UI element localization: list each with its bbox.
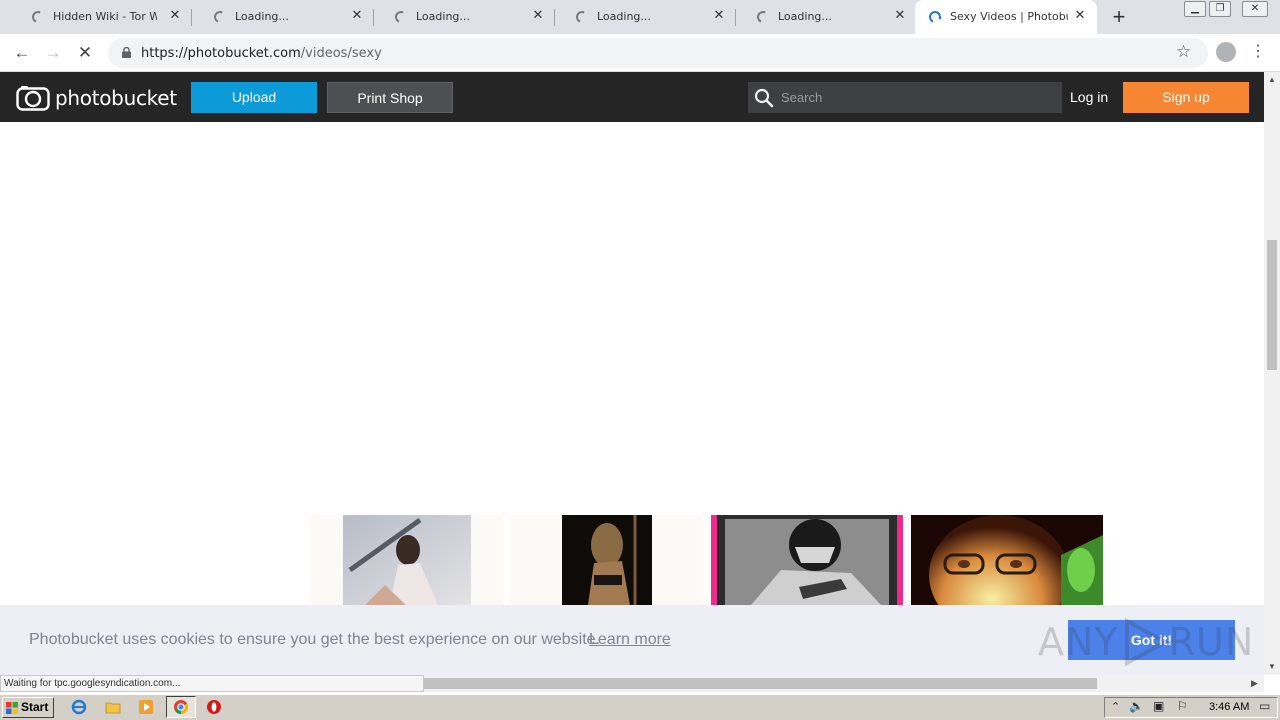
profile-avatar-icon[interactable] xyxy=(1216,42,1236,62)
video-thumbnail[interactable] xyxy=(510,515,703,605)
search-box xyxy=(748,82,1062,113)
tab-spinner-icon xyxy=(393,9,409,25)
volume-icon[interactable]: 🔈 xyxy=(1129,699,1144,713)
thumbnail-image xyxy=(911,515,1103,605)
tab-close-icon[interactable]: ✕ xyxy=(531,9,545,23)
page-content xyxy=(0,122,1264,605)
bookmark-star-icon[interactable]: ☆ xyxy=(1176,42,1191,62)
network-icon[interactable]: ▣ xyxy=(1153,699,1164,713)
search-input[interactable] xyxy=(781,82,1051,113)
tab-loading-4[interactable]: Loading... ✕ xyxy=(735,0,917,34)
restore-icon: ❐ xyxy=(1215,3,1225,14)
video-thumbnail[interactable] xyxy=(711,515,903,605)
clock: 3:46 AM xyxy=(1209,701,1250,713)
tab-sexy-videos[interactable]: Sexy Videos | Photobucket ✕ xyxy=(915,0,1097,34)
browser-menu-icon[interactable]: ⋮ xyxy=(1250,40,1266,64)
tab-title: Loading... xyxy=(416,10,470,23)
flag-icon[interactable]: ⚐ xyxy=(1177,699,1188,713)
opera-icon[interactable] xyxy=(206,699,222,715)
thumbnail-image xyxy=(343,515,471,605)
plus-icon: + xyxy=(1112,4,1126,29)
folder-icon[interactable] xyxy=(105,699,121,715)
internet-explorer-icon[interactable] xyxy=(71,699,87,715)
tab-close-icon[interactable]: ✕ xyxy=(712,9,726,23)
tab-title: Loading... xyxy=(235,10,289,23)
minimize-button[interactable]: ▁ xyxy=(1184,1,1206,17)
url-host: https://photobucket.com xyxy=(141,46,301,61)
tab-close-icon[interactable]: ✕ xyxy=(893,9,907,23)
tab-close-icon[interactable]: ✕ xyxy=(1073,9,1087,23)
tab-spinner-icon xyxy=(574,9,590,25)
cookie-message: Photobucket uses cookies to ensure you g… xyxy=(29,631,601,648)
signup-button[interactable]: Sign up xyxy=(1123,82,1249,113)
close-icon: ✕ xyxy=(77,43,93,62)
tab-spinner-icon xyxy=(212,9,228,25)
media-player-icon[interactable] xyxy=(138,699,154,715)
chrome-icon xyxy=(174,700,189,715)
tab-title: Loading... xyxy=(778,10,832,23)
upload-button[interactable]: Upload xyxy=(191,82,317,113)
scroll-right-icon[interactable]: ▶ xyxy=(1251,678,1258,689)
got-it-button[interactable]: Got it! xyxy=(1068,620,1235,660)
new-tab-button[interactable]: + xyxy=(1107,4,1131,30)
print-shop-button[interactable]: Print Shop xyxy=(327,82,453,113)
scroll-up-icon[interactable]: ▲ xyxy=(1267,76,1277,84)
close-icon: ✕ xyxy=(1250,3,1260,14)
tab-title: Hidden Wiki - Tor Wiki - D xyxy=(53,10,157,23)
video-thumbnail[interactable] xyxy=(310,515,503,605)
thumbnail-image xyxy=(717,515,897,605)
arrow-left-icon: ← xyxy=(13,43,31,62)
cookie-banner: Photobucket uses cookies to ensure you g… xyxy=(0,605,1264,675)
status-bubble: Waiting for tpc.googlesyndication.com... xyxy=(0,675,424,692)
photobucket-logo[interactable]: photobucket xyxy=(16,85,177,111)
tab-spinner-icon xyxy=(927,9,943,25)
tab-title: Sexy Videos | Photobucket xyxy=(950,10,1068,23)
thumbnail-image xyxy=(562,515,652,605)
restore-button[interactable]: ❐ xyxy=(1209,1,1231,17)
stop-button[interactable]: ✕ xyxy=(73,41,97,65)
scrollbar-thumb[interactable] xyxy=(424,678,1097,689)
close-window-button[interactable]: ✕ xyxy=(1242,1,1268,17)
camera-logo-icon xyxy=(16,86,50,111)
tab-strip: Hidden Wiki - Tor Wiki - D ✕ Loading... … xyxy=(0,0,1280,34)
lock-icon xyxy=(122,47,131,58)
browser-toolbar: ← → ✕ https://photobucket.com/videos/sex… xyxy=(0,34,1280,72)
tab-hidden-wiki[interactable]: Hidden Wiki - Tor Wiki - D ✕ xyxy=(10,0,192,34)
vertical-scrollbar[interactable]: ▲ ▼ xyxy=(1264,72,1280,675)
tab-loading-3[interactable]: Loading... ✕ xyxy=(554,0,736,34)
tab-title: Loading... xyxy=(597,10,651,23)
search-icon[interactable] xyxy=(754,88,774,108)
scrollbar-thumb[interactable] xyxy=(1267,240,1277,370)
windows-taskbar: Start ⌃ 🔈 ▣ ⚐ ▭ 3:46 AM xyxy=(0,694,1280,720)
back-button[interactable]: ← xyxy=(10,41,34,65)
logo-text: photobucket xyxy=(55,86,177,110)
horizontal-scrollbar[interactable]: ▶ xyxy=(424,675,1264,692)
forward-button[interactable]: → xyxy=(41,41,65,65)
arrow-right-icon: → xyxy=(44,43,62,62)
windows-flag-icon xyxy=(6,702,18,714)
tab-close-icon[interactable]: ✕ xyxy=(168,9,182,23)
show-desktop-icon[interactable]: ▭ xyxy=(1259,699,1270,713)
system-tray: ⌃ 🔈 ▣ ⚐ ▭ xyxy=(1104,697,1278,718)
tab-loading-1[interactable]: Loading... ✕ xyxy=(192,0,374,34)
minimize-icon: ▁ xyxy=(1191,3,1199,14)
login-link[interactable]: Log in xyxy=(1070,89,1108,105)
start-label: Start xyxy=(21,700,49,714)
url-path: /videos/sexy xyxy=(300,46,382,61)
address-bar[interactable]: https://photobucket.com/videos/sexy ☆ xyxy=(108,38,1208,68)
site-header: photobucket Upload Print Shop Log in Sig… xyxy=(0,72,1264,122)
chevron-up-icon[interactable]: ⌃ xyxy=(1111,700,1120,713)
learn-more-link[interactable]: Learn more xyxy=(589,631,671,649)
scroll-down-icon[interactable]: ▼ xyxy=(1267,663,1277,671)
url-text[interactable]: https://photobucket.com/videos/sexy xyxy=(141,46,382,61)
chrome-taskbar-button[interactable] xyxy=(166,696,196,718)
tab-spinner-icon xyxy=(30,9,46,25)
tab-loading-2[interactable]: Loading... ✕ xyxy=(373,0,555,34)
tab-close-icon[interactable]: ✕ xyxy=(350,9,364,23)
tab-spinner-icon xyxy=(755,9,771,25)
start-button[interactable]: Start xyxy=(2,697,54,718)
video-thumbnail[interactable] xyxy=(911,515,1103,605)
